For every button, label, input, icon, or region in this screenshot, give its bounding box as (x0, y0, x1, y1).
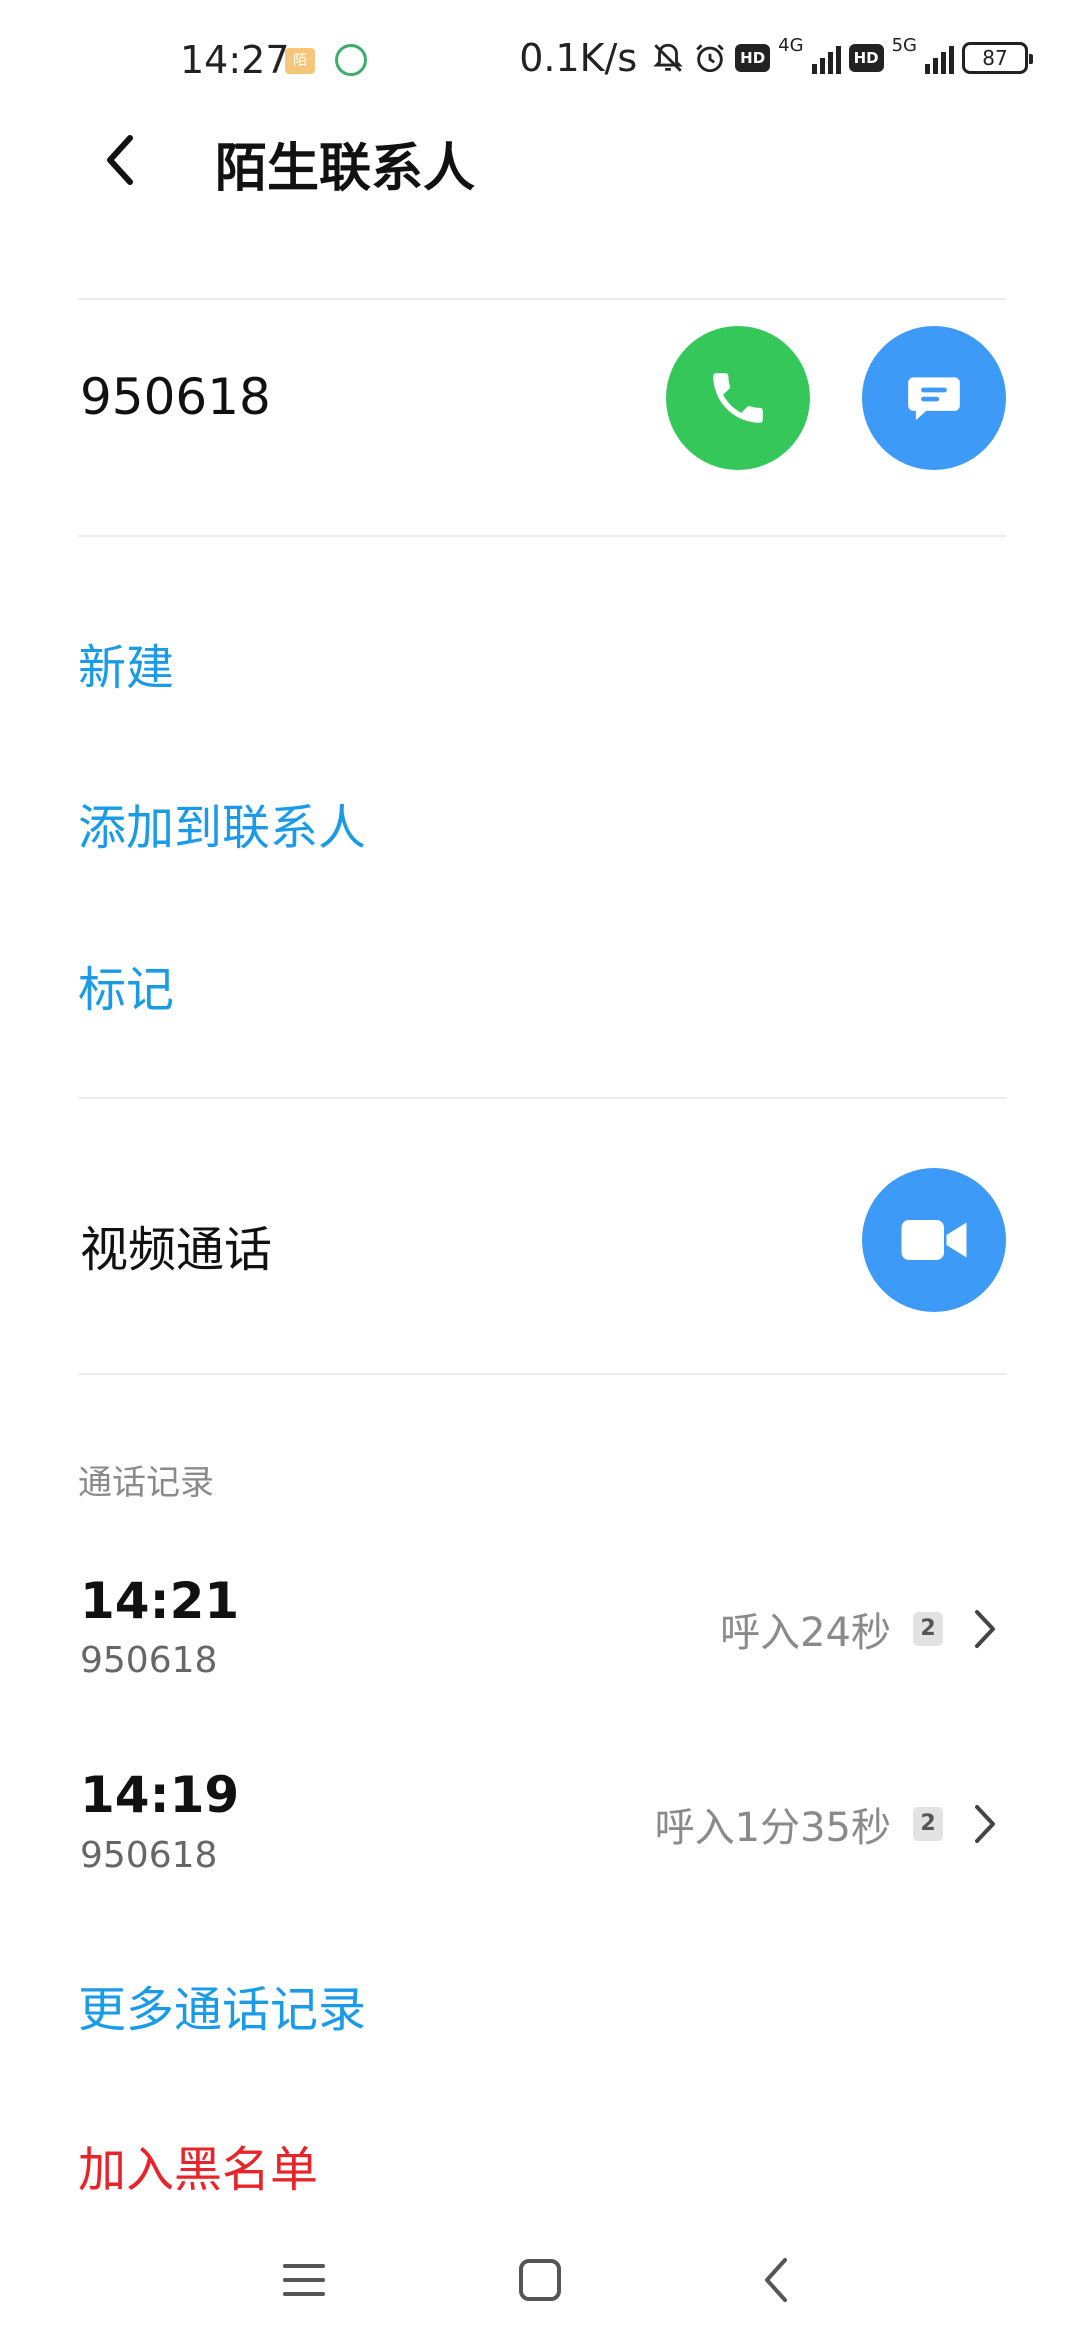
video-camera-icon (901, 1220, 967, 1260)
notification-app-icon (335, 44, 367, 76)
menu-button[interactable] (274, 2250, 334, 2310)
divider (78, 535, 1006, 537)
hd-badge-icon: HD (735, 44, 771, 72)
status-right: 0.1K/s HD 4G HD 5G 87 (519, 35, 1033, 80)
call-detail: 呼入24秒 2 (720, 1600, 1005, 1658)
call-time: 14:19 (80, 1766, 240, 1824)
chevron-right-icon[interactable] (965, 1604, 1005, 1654)
back-button[interactable] (80, 120, 160, 200)
notification-icon: 陌 (285, 48, 315, 74)
new-contact-button[interactable]: 新建 (78, 628, 174, 698)
sim-badge-icon: 2 (913, 1807, 943, 1841)
network-speed: 0.1K/s (519, 36, 638, 80)
more-call-log-button[interactable]: 更多通话记录 (78, 1970, 366, 2040)
phone-icon (713, 373, 763, 423)
call-description: 呼入24秒 (720, 1610, 891, 1656)
status-bar: 14:27 陌 0.1K/s HD 4G HD 5G 87 (0, 0, 1080, 120)
contact-number: 950618 (80, 368, 271, 426)
call-number: 950618 (80, 1640, 218, 1681)
divider (78, 298, 1006, 300)
video-call-button[interactable] (862, 1168, 1006, 1312)
divider (78, 1373, 1006, 1375)
call-number: 950618 (80, 1835, 218, 1876)
home-button[interactable] (510, 2250, 570, 2310)
add-to-contacts-button[interactable]: 添加到联系人 (78, 788, 366, 858)
back-arrow-icon (107, 135, 133, 185)
signal-bars-icon-2 (925, 42, 954, 74)
status-time: 14:27 (180, 38, 290, 82)
add-to-blacklist-button[interactable]: 加入黑名单 (78, 2130, 318, 2200)
call-button[interactable] (666, 326, 810, 470)
battery-icon: 87 (962, 42, 1033, 74)
nav-back-button[interactable] (746, 2250, 806, 2310)
mark-button[interactable]: 标记 (78, 950, 174, 1020)
message-button[interactable] (862, 326, 1006, 470)
mute-bell-icon (653, 43, 683, 72)
menu-icon (283, 2264, 325, 2296)
call-detail: 呼入1分35秒 2 (655, 1795, 1005, 1853)
call-log-section-label: 通话记录 (78, 1463, 214, 1503)
message-icon (908, 377, 960, 420)
sim-badge-icon: 2 (913, 1612, 943, 1646)
nav-back-icon (765, 2258, 787, 2302)
divider (78, 1097, 1006, 1099)
navigation-bar (0, 2220, 1080, 2340)
alarm-icon (696, 44, 724, 73)
title-bar: 陌生联系人 (0, 110, 1080, 210)
page-title: 陌生联系人 (215, 139, 476, 199)
home-icon (519, 2259, 561, 2301)
hd-badge-icon-2: HD (848, 44, 884, 72)
signal-bars-icon (811, 42, 841, 74)
video-call-label: 视频通话 (80, 1222, 273, 1278)
call-time: 14:21 (80, 1572, 240, 1630)
chevron-right-icon[interactable] (965, 1799, 1005, 1849)
network-type-2: 5G (891, 35, 917, 56)
call-description: 呼入1分35秒 (654, 1805, 891, 1851)
network-type-1: 4G (778, 35, 804, 56)
